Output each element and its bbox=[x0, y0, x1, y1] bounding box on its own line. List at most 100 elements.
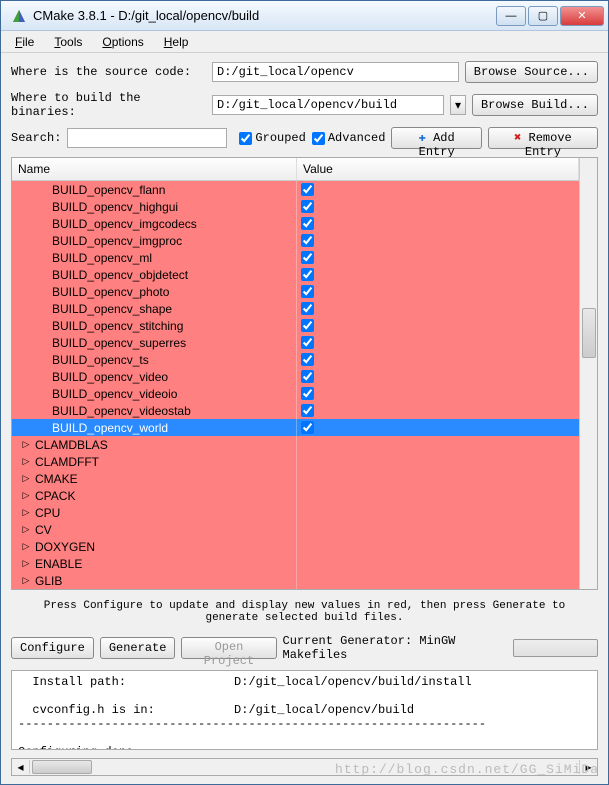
table-row[interactable]: BUILD_opencv_photo bbox=[12, 283, 579, 300]
table-row[interactable]: BUILD_opencv_world bbox=[12, 419, 579, 436]
option-value[interactable] bbox=[297, 249, 579, 266]
grouped-checkbox[interactable]: Grouped bbox=[239, 131, 305, 145]
option-name: BUILD_opencv_ts bbox=[12, 351, 297, 368]
group-row[interactable]: ▷CLAMDBLAS bbox=[12, 436, 579, 453]
generate-button[interactable]: Generate bbox=[100, 637, 176, 659]
group-row[interactable]: ▷CPACK bbox=[12, 487, 579, 504]
configure-button[interactable]: Configure bbox=[11, 637, 94, 659]
table-row[interactable]: BUILD_opencv_superres bbox=[12, 334, 579, 351]
plus-icon: ✚ bbox=[419, 131, 426, 145]
table-row[interactable]: BUILD_opencv_videoio bbox=[12, 385, 579, 402]
expand-icon[interactable]: ▷ bbox=[20, 575, 32, 586]
group-row[interactable]: ▷CMAKE bbox=[12, 470, 579, 487]
group-row[interactable]: ▷ENABLE bbox=[12, 555, 579, 572]
group-row[interactable]: ▷CV bbox=[12, 521, 579, 538]
option-name: BUILD_opencv_ml bbox=[12, 249, 297, 266]
advanced-checkbox[interactable]: Advanced bbox=[312, 131, 386, 145]
remove-entry-button[interactable]: ✖ Remove Entry bbox=[488, 127, 598, 149]
option-value[interactable] bbox=[297, 317, 579, 334]
open-project-button: Open Project bbox=[181, 637, 276, 659]
col-value[interactable]: Value bbox=[297, 158, 579, 180]
table-row[interactable]: BUILD_opencv_ts bbox=[12, 351, 579, 368]
expand-icon[interactable]: ▷ bbox=[20, 473, 32, 484]
table-row[interactable]: BUILD_opencv_flann bbox=[12, 181, 579, 198]
option-value[interactable] bbox=[297, 419, 579, 436]
add-entry-button[interactable]: ✚ Add Entry bbox=[391, 127, 481, 149]
group-row[interactable]: ▷GLIB bbox=[12, 572, 579, 589]
group-name: ▷CV bbox=[12, 521, 297, 538]
window-title: CMake 3.8.1 - D:/git_local/opencv/build bbox=[33, 8, 496, 23]
x-icon: ✖ bbox=[514, 131, 521, 145]
horizontal-scrollbar[interactable]: ◂ ▸ bbox=[11, 758, 598, 776]
option-value[interactable] bbox=[297, 215, 579, 232]
expand-icon[interactable]: ▷ bbox=[20, 541, 32, 552]
group-row[interactable]: ▷CLAMDFFT bbox=[12, 453, 579, 470]
menubar: File Tools Options Help bbox=[1, 31, 608, 53]
table-row[interactable]: BUILD_opencv_imgcodecs bbox=[12, 215, 579, 232]
group-name: ▷CLAMDFFT bbox=[12, 453, 297, 470]
option-name: BUILD_opencv_superres bbox=[12, 334, 297, 351]
option-value[interactable] bbox=[297, 198, 579, 215]
option-value[interactable] bbox=[297, 300, 579, 317]
option-value[interactable] bbox=[297, 181, 579, 198]
option-value[interactable] bbox=[297, 402, 579, 419]
menu-tools[interactable]: Tools bbox=[46, 33, 90, 51]
build-input[interactable] bbox=[212, 95, 444, 115]
menu-file[interactable]: File bbox=[7, 33, 42, 51]
expand-icon[interactable]: ▷ bbox=[20, 490, 32, 501]
expand-icon[interactable]: ▷ bbox=[20, 507, 32, 518]
option-value[interactable] bbox=[297, 232, 579, 249]
browse-build-button[interactable]: Browse Build... bbox=[472, 94, 598, 116]
build-dropdown-icon[interactable]: ▾ bbox=[450, 95, 466, 115]
option-name: BUILD_opencv_shape bbox=[12, 300, 297, 317]
build-label: Where to build the binaries: bbox=[11, 91, 206, 119]
expand-icon[interactable]: ▷ bbox=[20, 524, 32, 535]
scroll-left-icon[interactable]: ◂ bbox=[12, 760, 30, 774]
option-name: BUILD_opencv_objdetect bbox=[12, 266, 297, 283]
option-value[interactable] bbox=[297, 351, 579, 368]
menu-options[interactable]: Options bbox=[94, 33, 151, 51]
progress-bar bbox=[513, 639, 598, 657]
table-row[interactable]: BUILD_opencv_ml bbox=[12, 249, 579, 266]
minimize-button[interactable]: — bbox=[496, 6, 526, 26]
source-label: Where is the source code: bbox=[11, 65, 206, 79]
group-row[interactable]: ▷DOXYGEN bbox=[12, 538, 579, 555]
table-row[interactable]: BUILD_opencv_video bbox=[12, 368, 579, 385]
option-name: BUILD_opencv_flann bbox=[12, 181, 297, 198]
table-row[interactable]: BUILD_opencv_imgproc bbox=[12, 232, 579, 249]
table-row[interactable]: BUILD_opencv_shape bbox=[12, 300, 579, 317]
table-row[interactable]: BUILD_opencv_stitching bbox=[12, 317, 579, 334]
col-name[interactable]: Name bbox=[12, 158, 297, 180]
table-row[interactable]: BUILD_opencv_objdetect bbox=[12, 266, 579, 283]
scroll-right-icon[interactable]: ▸ bbox=[579, 760, 597, 774]
expand-icon[interactable]: ▷ bbox=[20, 558, 32, 569]
table-row[interactable]: BUILD_opencv_highgui bbox=[12, 198, 579, 215]
expand-icon[interactable]: ▷ bbox=[20, 439, 32, 450]
close-button[interactable]: ✕ bbox=[560, 6, 604, 26]
option-name: BUILD_opencv_highgui bbox=[12, 198, 297, 215]
maximize-button[interactable]: ▢ bbox=[528, 6, 558, 26]
option-name: BUILD_opencv_photo bbox=[12, 283, 297, 300]
vertical-scrollbar[interactable] bbox=[579, 158, 597, 589]
option-value[interactable] bbox=[297, 385, 579, 402]
group-name: ▷CLAMDBLAS bbox=[12, 436, 297, 453]
menu-help[interactable]: Help bbox=[156, 33, 197, 51]
expand-icon[interactable]: ▷ bbox=[20, 456, 32, 467]
browse-source-button[interactable]: Browse Source... bbox=[465, 61, 598, 83]
option-value[interactable] bbox=[297, 283, 579, 300]
search-input[interactable] bbox=[67, 128, 227, 148]
app-icon bbox=[11, 8, 27, 24]
group-name: ▷DOXYGEN bbox=[12, 538, 297, 555]
group-name: ▷CPACK bbox=[12, 487, 297, 504]
source-input[interactable] bbox=[212, 62, 459, 82]
group-name: ▷CMAKE bbox=[12, 470, 297, 487]
hint-text: Press Configure to update and display ne… bbox=[11, 598, 598, 626]
group-name: ▷ENABLE bbox=[12, 555, 297, 572]
group-row[interactable]: ▷CPU bbox=[12, 504, 579, 521]
table-row[interactable]: BUILD_opencv_videostab bbox=[12, 402, 579, 419]
option-name: BUILD_opencv_videostab bbox=[12, 402, 297, 419]
output-log[interactable]: Install path: D:/git_local/opencv/build/… bbox=[11, 670, 598, 750]
option-value[interactable] bbox=[297, 266, 579, 283]
option-value[interactable] bbox=[297, 334, 579, 351]
option-value[interactable] bbox=[297, 368, 579, 385]
